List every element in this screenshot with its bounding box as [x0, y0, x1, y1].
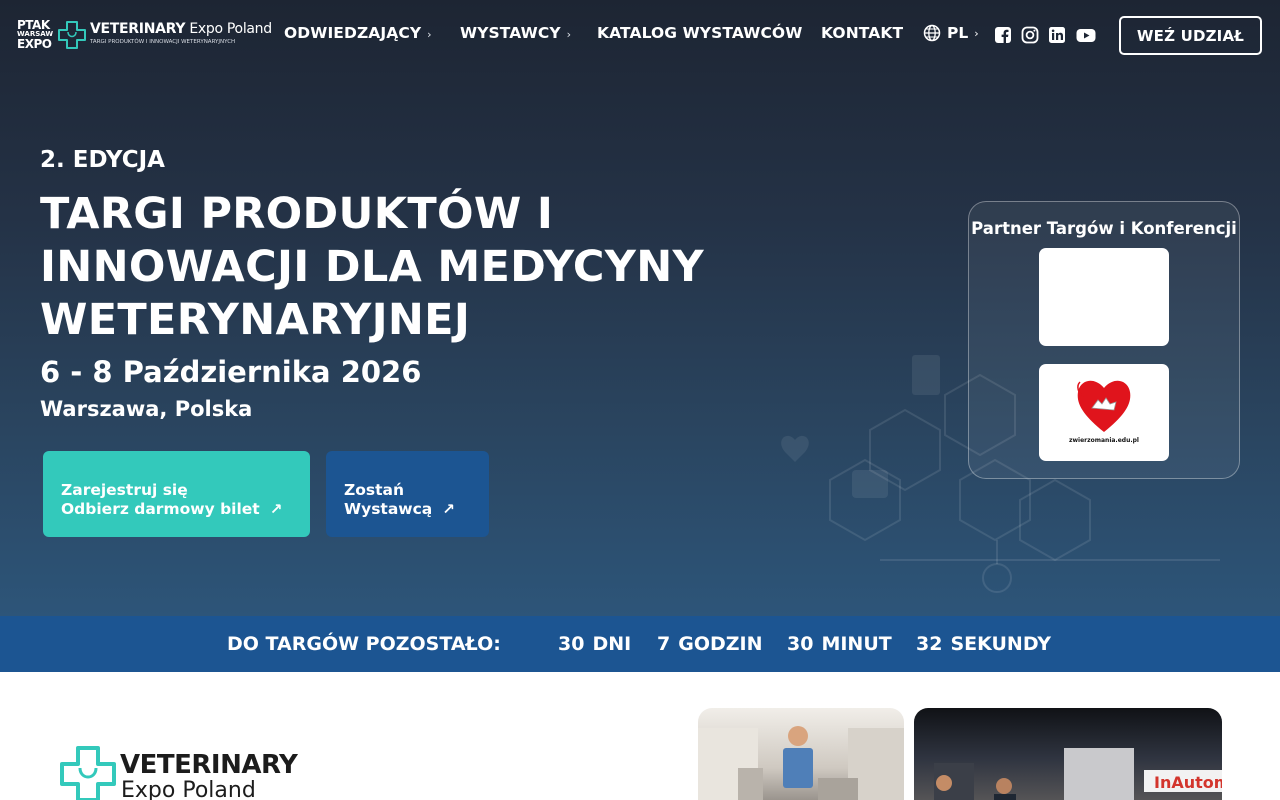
- countdown-days: 30 DNI: [558, 633, 632, 655]
- event-dates: 6 - 8 Października 2026: [40, 355, 422, 389]
- veterinary-expo-logo-large: VETERINARY Expo Poland: [58, 742, 308, 800]
- partner-url: zwierzomania.edu.pl: [1069, 437, 1139, 444]
- register-button-line2: Odbierz darmowy bilet ↗: [61, 500, 283, 518]
- facebook-icon[interactable]: [994, 26, 1012, 44]
- heart-logo-icon: [1077, 380, 1131, 432]
- arrow-up-right-icon: ↗: [269, 500, 283, 518]
- arrow-up-right-icon: ↗: [442, 500, 455, 518]
- booth-photo-illustration: [698, 726, 904, 800]
- top-navigation: PTAK WARSAW EXPO VETERINARY Expo Poland …: [0, 0, 1280, 70]
- partner-logo-card[interactable]: [1039, 248, 1169, 346]
- register-button[interactable]: Zarejestruj się Odbierz darmowy bilet ↗: [43, 451, 310, 537]
- countdown-hours: 7 GODZIN: [657, 633, 763, 655]
- edition-label: 2. EDYCJA: [40, 147, 165, 173]
- nav-item-exhibitor-catalog[interactable]: KATALOG WYSTAWCÓW: [597, 24, 802, 42]
- nav-item-contact[interactable]: KONTAKT: [821, 24, 903, 42]
- veterinary-cross-icon: [60, 746, 116, 800]
- hero-headline: TARGI PRODUKTÓW I INNOWACJI DLA MEDYCYNY…: [40, 189, 704, 345]
- brand-tagline: TARGI PRODUKTÓW I INNOWACJI WETERYNARYJN…: [90, 39, 236, 45]
- zwierzomania-logo-card[interactable]: zwierzomania.edu.pl: [1039, 364, 1169, 461]
- brand-name: VETERINARY Expo Poland: [90, 21, 272, 37]
- hero-section: PTAK WARSAW EXPO VETERINARY Expo Poland …: [0, 0, 1280, 616]
- countdown-seconds: 32 SEKUNDY: [916, 633, 1051, 655]
- language-label: PL: [947, 24, 969, 42]
- countdown-label: DO TARGÓW POZOSTAŁO:: [227, 633, 501, 655]
- expo-hall-photo: InAutom: [914, 708, 1222, 800]
- hall-photo-illustration: InAutom: [934, 748, 1222, 800]
- chevron-right-icon: ›: [974, 26, 979, 40]
- veterinary-expo-logo[interactable]: VETERINARY Expo Poland TARGI PRODUKTÓW I…: [57, 20, 272, 50]
- linkedin-icon[interactable]: [1048, 26, 1066, 44]
- countdown-minutes: 30 MINUT: [787, 633, 892, 655]
- become-exhibitor-button[interactable]: Zostań Wystawcą ↗: [326, 451, 489, 537]
- become-exhibitor-line2: Wystawcą ↗: [344, 500, 455, 518]
- logo-name-bold: VETERINARY: [120, 750, 298, 780]
- chevron-right-icon: ›: [427, 28, 432, 41]
- veterinary-cross-icon: [58, 21, 86, 49]
- nav-item-visitors[interactable]: ODWIEDZAJĄCY ›: [284, 24, 432, 42]
- globe-icon: [923, 24, 941, 42]
- ptak-warsaw-expo-logo[interactable]: PTAK WARSAW EXPO: [17, 19, 53, 50]
- event-location: Warszawa, Polska: [40, 397, 253, 421]
- nav-item-exhibitors[interactable]: WYSTAWCY ›: [460, 24, 571, 42]
- ptak-logo-line3: EXPO: [17, 37, 52, 51]
- expo-booth-photo: [698, 708, 904, 800]
- youtube-icon[interactable]: [1076, 26, 1096, 44]
- nav-item-exhibitors-label: WYSTAWCY: [460, 24, 561, 42]
- svg-text:InAutom: InAutom: [1154, 773, 1222, 792]
- language-selector[interactable]: PL ›: [923, 24, 979, 42]
- countdown-bar: DO TARGÓW POZOSTAŁO: 30 DNI 7 GODZIN 30 MIN…: [0, 616, 1280, 672]
- logo-name-light: Expo Poland: [121, 778, 256, 800]
- chevron-right-icon: ›: [566, 28, 572, 41]
- register-button-line1: Zarejestruj się: [61, 481, 188, 499]
- partner-title: Partner Targów i Konferencji: [971, 219, 1237, 238]
- instagram-icon[interactable]: [1021, 26, 1039, 44]
- nav-item-visitors-label: ODWIEDZAJĄCY: [284, 24, 422, 42]
- partner-panel: Partner Targów i Konferencji zwierzomani…: [968, 201, 1240, 479]
- take-part-button[interactable]: WEŹ UDZIAŁ: [1119, 16, 1262, 55]
- become-exhibitor-line1: Zostań: [344, 481, 405, 499]
